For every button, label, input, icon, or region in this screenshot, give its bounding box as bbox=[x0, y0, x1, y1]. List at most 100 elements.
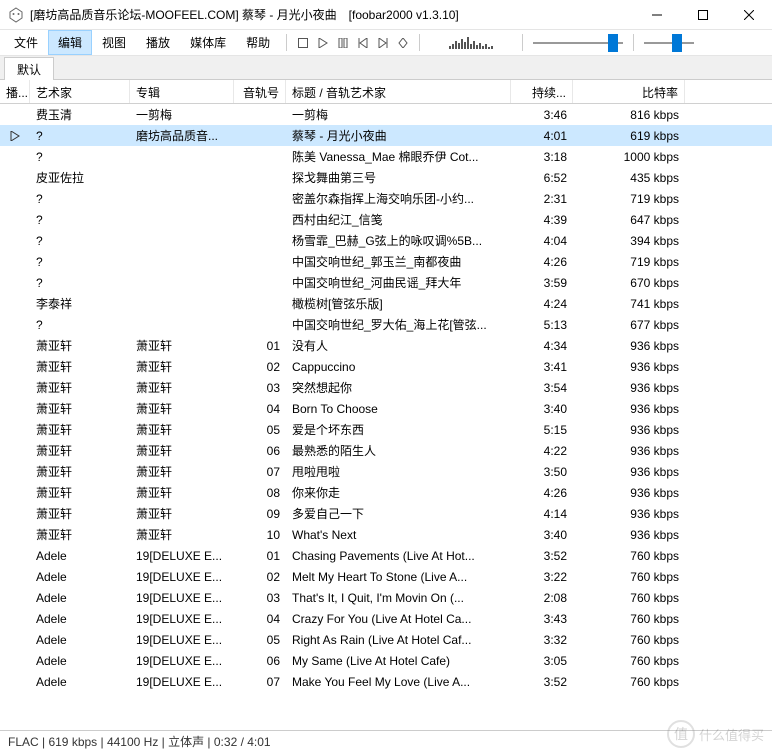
menu-view[interactable]: 视图 bbox=[92, 30, 136, 55]
close-button[interactable] bbox=[726, 0, 772, 30]
cell-title: 探戈舞曲第三号 bbox=[286, 169, 511, 186]
cell-artist: ? bbox=[30, 213, 130, 227]
table-row[interactable]: 萧亚轩萧亚轩03突然想起你3:54936 kbps bbox=[0, 377, 772, 398]
minimize-button[interactable] bbox=[634, 0, 680, 30]
cell-album: 19[DELUXE E... bbox=[130, 549, 234, 563]
cell-duration: 4:22 bbox=[511, 444, 573, 458]
table-row[interactable]: ?磨坊高品质音...蔡琴 - 月光小夜曲4:01619 kbps bbox=[0, 125, 772, 146]
table-row[interactable]: 萧亚轩萧亚轩10What's Next3:40936 kbps bbox=[0, 524, 772, 545]
header-album[interactable]: 专辑 bbox=[130, 80, 234, 103]
cell-artist: 萧亚轩 bbox=[30, 442, 130, 459]
cell-bitrate: 741 kbps bbox=[573, 297, 685, 311]
cell-album: 萧亚轩 bbox=[130, 484, 234, 501]
play-button[interactable] bbox=[313, 30, 333, 55]
table-row[interactable]: Adele19[DELUXE E...06My Same (Live At Ho… bbox=[0, 650, 772, 671]
menu-playback[interactable]: 播放 bbox=[136, 30, 180, 55]
cell-duration: 3:18 bbox=[511, 150, 573, 164]
cell-title: 一剪梅 bbox=[286, 106, 511, 123]
cell-artist: 萧亚轩 bbox=[30, 526, 130, 543]
table-row[interactable]: 萧亚轩萧亚轩02Cappuccino3:41936 kbps bbox=[0, 356, 772, 377]
menu-help[interactable]: 帮助 bbox=[236, 30, 280, 55]
table-row[interactable]: 萧亚轩萧亚轩08你来你走4:26936 kbps bbox=[0, 482, 772, 503]
cell-trackno: 01 bbox=[234, 549, 286, 563]
table-row[interactable]: ?西村由纪江_信笺4:39647 kbps bbox=[0, 209, 772, 230]
table-row[interactable]: 费玉清一剪梅一剪梅3:46816 kbps bbox=[0, 104, 772, 125]
table-row[interactable]: 萧亚轩萧亚轩07甩啦甩啦3:50936 kbps bbox=[0, 461, 772, 482]
volume-slider[interactable] bbox=[644, 30, 694, 55]
header-trackno[interactable]: 音轨号 bbox=[234, 80, 286, 103]
visualizer[interactable] bbox=[426, 30, 516, 55]
header-bitrate[interactable]: 比特率 bbox=[573, 80, 685, 103]
next-button[interactable] bbox=[373, 30, 393, 55]
table-row[interactable]: ?密盖尔森指挥上海交响乐团-小约...2:31719 kbps bbox=[0, 188, 772, 209]
tab-default[interactable]: 默认 bbox=[4, 57, 54, 80]
table-row[interactable]: Adele19[DELUXE E...01Chasing Pavements (… bbox=[0, 545, 772, 566]
cell-artist: 萧亚轩 bbox=[30, 463, 130, 480]
cell-title: 杨雪霏_巴赫_G弦上的咏叹调%5B... bbox=[286, 232, 511, 249]
separator bbox=[419, 34, 420, 51]
cell-artist: Adele bbox=[30, 549, 130, 563]
menu-library[interactable]: 媒体库 bbox=[180, 30, 236, 55]
table-row[interactable]: 萧亚轩萧亚轩01没有人4:34936 kbps bbox=[0, 335, 772, 356]
cell-trackno: 01 bbox=[234, 339, 286, 353]
prev-button[interactable] bbox=[353, 30, 373, 55]
stop-button[interactable] bbox=[293, 30, 313, 55]
header-duration[interactable]: 持续... bbox=[511, 80, 573, 103]
playlist[interactable]: 费玉清一剪梅一剪梅3:46816 kbps?磨坊高品质音...蔡琴 - 月光小夜… bbox=[0, 104, 772, 692]
cell-artist: 萧亚轩 bbox=[30, 505, 130, 522]
cell-artist: 皮亚佐拉 bbox=[30, 169, 130, 186]
maximize-button[interactable] bbox=[680, 0, 726, 30]
table-row[interactable]: ?中国交响世纪_河曲民谣_拜大年3:59670 kbps bbox=[0, 272, 772, 293]
cell-title: 你来你走 bbox=[286, 484, 511, 501]
cell-title: Right As Rain (Live At Hotel Caf... bbox=[286, 633, 511, 647]
cell-bitrate: 936 kbps bbox=[573, 486, 685, 500]
header-playing[interactable]: 播... bbox=[0, 80, 30, 103]
cell-duration: 3:50 bbox=[511, 465, 573, 479]
cell-duration: 4:26 bbox=[511, 486, 573, 500]
table-row[interactable]: ?中国交响世纪_罗大佑_海上花[管弦...5:13677 kbps bbox=[0, 314, 772, 335]
cell-artist: Adele bbox=[30, 675, 130, 689]
cell-duration: 5:13 bbox=[511, 318, 573, 332]
seek-slider[interactable] bbox=[533, 30, 623, 55]
cell-artist: ? bbox=[30, 318, 130, 332]
cell-artist: 李泰祥 bbox=[30, 295, 130, 312]
titlebar: [磨坊高品质音乐论坛-MOOFEEL.COM] 蔡琴 - 月光小夜曲 [foob… bbox=[0, 0, 772, 30]
cell-title: 最熟悉的陌生人 bbox=[286, 442, 511, 459]
cell-duration: 2:08 bbox=[511, 591, 573, 605]
cell-trackno: 10 bbox=[234, 528, 286, 542]
table-row[interactable]: 皮亚佐拉探戈舞曲第三号6:52435 kbps bbox=[0, 167, 772, 188]
column-headers: 播... 艺术家 专辑 音轨号 标题 / 音轨艺术家 持续... 比特率 bbox=[0, 80, 772, 104]
table-row[interactable]: Adele19[DELUXE E...04Crazy For You (Live… bbox=[0, 608, 772, 629]
table-row[interactable]: 萧亚轩萧亚轩04Born To Choose3:40936 kbps bbox=[0, 398, 772, 419]
table-row[interactable]: 李泰祥橄榄树[管弦乐版]4:24741 kbps bbox=[0, 293, 772, 314]
cell-bitrate: 760 kbps bbox=[573, 591, 685, 605]
random-button[interactable] bbox=[393, 30, 413, 55]
cell-title: 密盖尔森指挥上海交响乐团-小约... bbox=[286, 190, 511, 207]
table-row[interactable]: ?陈美 Vanessa_Mae 棉眼乔伊 Cot...3:181000 kbps bbox=[0, 146, 772, 167]
table-row[interactable]: 萧亚轩萧亚轩06最熟悉的陌生人4:22936 kbps bbox=[0, 440, 772, 461]
menu-edit[interactable]: 编辑 bbox=[48, 30, 92, 55]
table-row[interactable]: 萧亚轩萧亚轩05爱是个坏东西5:15936 kbps bbox=[0, 419, 772, 440]
pause-button[interactable] bbox=[333, 30, 353, 55]
cell-title: 中国交响世纪_河曲民谣_拜大年 bbox=[286, 274, 511, 291]
cell-artist: 费玉清 bbox=[30, 106, 130, 123]
cell-album: 萧亚轩 bbox=[130, 421, 234, 438]
header-title[interactable]: 标题 / 音轨艺术家 bbox=[286, 80, 511, 103]
separator bbox=[522, 34, 523, 51]
cell-title: 西村由纪江_信笺 bbox=[286, 211, 511, 228]
table-row[interactable]: 萧亚轩萧亚轩09多爱自己一下4:14936 kbps bbox=[0, 503, 772, 524]
cell-trackno: 05 bbox=[234, 423, 286, 437]
cell-title: Crazy For You (Live At Hotel Ca... bbox=[286, 612, 511, 626]
table-row[interactable]: Adele19[DELUXE E...02Melt My Heart To St… bbox=[0, 566, 772, 587]
cell-duration: 4:39 bbox=[511, 213, 573, 227]
cell-artist: 萧亚轩 bbox=[30, 358, 130, 375]
table-row[interactable]: Adele19[DELUXE E...05Right As Rain (Live… bbox=[0, 629, 772, 650]
header-artist[interactable]: 艺术家 bbox=[30, 80, 130, 103]
table-row[interactable]: ?中国交响世纪_郭玉兰_南都夜曲4:26719 kbps bbox=[0, 251, 772, 272]
table-row[interactable]: Adele19[DELUXE E...03That's It, I Quit, … bbox=[0, 587, 772, 608]
table-row[interactable]: ?杨雪霏_巴赫_G弦上的咏叹调%5B...4:04394 kbps bbox=[0, 230, 772, 251]
menu-file[interactable]: 文件 bbox=[4, 30, 48, 55]
cell-artist: ? bbox=[30, 276, 130, 290]
cell-title: Chasing Pavements (Live At Hot... bbox=[286, 549, 511, 563]
table-row[interactable]: Adele19[DELUXE E...07Make You Feel My Lo… bbox=[0, 671, 772, 692]
